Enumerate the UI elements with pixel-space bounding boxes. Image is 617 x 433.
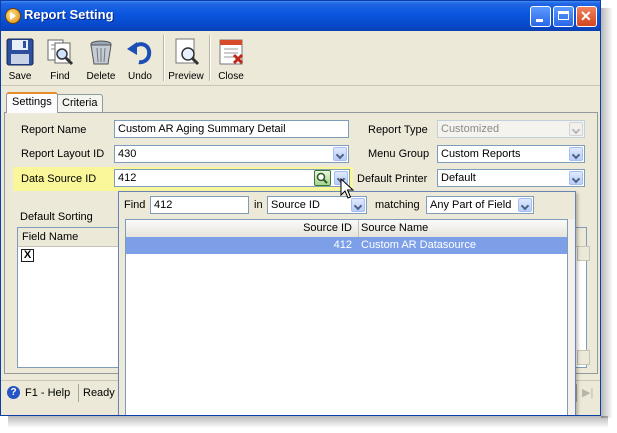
report-type-label: Report Type	[368, 124, 428, 136]
find-icon	[47, 39, 74, 66]
report-name-field[interactable]: Custom AR Aging Summary Detail	[114, 120, 349, 138]
source-name-column-header[interactable]: Source Name	[361, 222, 428, 234]
close-button[interactable]: Close	[213, 34, 249, 84]
find-label: Find	[50, 71, 70, 82]
lookup-search-button[interactable]	[314, 170, 331, 186]
chevron-down-icon[interactable]	[569, 147, 583, 161]
ready-status: Ready	[83, 387, 115, 399]
chevron-down-icon[interactable]	[333, 147, 347, 161]
grid-scroll-button[interactable]	[577, 350, 590, 365]
app-icon[interactable]	[5, 8, 21, 24]
list-item[interactable]: 412 Custom AR Datasource	[126, 237, 567, 254]
status-separator	[576, 384, 577, 402]
data-source-label: Data Source ID	[21, 173, 97, 185]
matching-label: matching	[375, 199, 420, 211]
menu-group-select[interactable]: Custom Reports	[437, 145, 585, 163]
lookup-find-input[interactable]: 412	[150, 196, 249, 214]
preview-icon	[175, 38, 200, 66]
close-window-button[interactable]: ✕	[576, 6, 597, 27]
save-label: Save	[8, 71, 32, 82]
save-icon	[6, 38, 34, 66]
minimize-icon	[536, 19, 543, 22]
report-setting-window: Report Setting ✕ Save Find Delete Undo P…	[0, 0, 601, 416]
report-name-label: Report Name	[21, 124, 87, 136]
undo-label: Undo	[128, 71, 152, 82]
tab-settings[interactable]: Settings	[6, 92, 58, 113]
chevron-down-icon[interactable]	[351, 198, 365, 212]
column-divider[interactable]	[358, 220, 359, 237]
tab-criteria[interactable]: Criteria	[56, 94, 104, 113]
delete-row-button[interactable]: X	[21, 249, 34, 262]
mouse-cursor-icon	[340, 178, 354, 199]
toolbar-separator	[163, 35, 165, 81]
lookup-matching-value: Any Part of Field	[430, 199, 512, 211]
status-separator	[78, 384, 79, 402]
delete-icon	[90, 40, 112, 65]
toolbar: Save Find Delete Undo Preview Close	[1, 31, 600, 86]
data-source-value: 412	[118, 172, 137, 184]
toolbar-separator	[209, 35, 211, 81]
lookup-matching-select[interactable]: Any Part of Field	[426, 196, 534, 214]
close-report-icon	[219, 39, 244, 65]
save-button[interactable]: Save	[4, 34, 36, 84]
source-id-column-header[interactable]: Source ID	[303, 222, 352, 234]
title-bar[interactable]: Report Setting ✕	[1, 1, 600, 31]
chevron-down-icon	[569, 122, 583, 136]
report-layout-select[interactable]: 430	[114, 145, 349, 163]
window-title: Report Setting	[24, 7, 114, 22]
data-source-lookup-popup: Find 412 in Source ID matching Any Part …	[118, 191, 576, 415]
lookup-results-list[interactable]: Source ID Source Name 412 Custom AR Data…	[125, 219, 568, 415]
help-icon: ?	[7, 386, 20, 399]
chevron-down-icon[interactable]	[518, 198, 532, 212]
lookup-scrollbar[interactable]	[568, 219, 575, 415]
delete-button[interactable]: Delete	[84, 34, 118, 84]
minimize-button[interactable]	[530, 6, 551, 27]
preview-label: Preview	[168, 71, 204, 82]
help-status[interactable]: F1 - Help	[25, 387, 70, 399]
lookup-list-header: Source ID Source Name	[126, 220, 567, 238]
maximize-icon	[558, 11, 569, 20]
source-name-cell: Custom AR Datasource	[361, 239, 476, 251]
report-type-select: Customized	[437, 120, 585, 138]
undo-button[interactable]: Undo	[123, 34, 157, 84]
report-layout-value: 430	[118, 148, 137, 160]
source-id-cell: 412	[333, 239, 352, 251]
default-printer-value: Default	[441, 172, 476, 184]
next-page-icon: ▶|	[582, 387, 594, 399]
lookup-in-value: Source ID	[271, 199, 320, 211]
find-label: Find	[124, 199, 146, 211]
menu-group-value: Custom Reports	[441, 148, 521, 160]
menu-group-label: Menu Group	[368, 148, 430, 160]
grid-scroll-button[interactable]	[577, 246, 590, 261]
default-printer-select[interactable]: Default	[437, 169, 585, 187]
field-name-column-header[interactable]: Field Name	[22, 231, 78, 243]
chevron-down-icon[interactable]	[569, 171, 583, 185]
maximize-button[interactable]	[553, 6, 574, 27]
close-icon: ✕	[580, 8, 592, 24]
preview-button[interactable]: Preview	[167, 34, 205, 84]
close-label: Close	[218, 71, 244, 82]
undo-icon	[127, 42, 152, 65]
report-type-value: Customized	[441, 123, 500, 135]
find-button[interactable]: Find	[43, 34, 77, 84]
default-sorting-label: Default Sorting	[20, 211, 93, 223]
in-label: in	[254, 199, 263, 211]
delete-label: Delete	[86, 71, 116, 82]
search-icon	[316, 172, 328, 184]
report-layout-label: Report Layout ID	[21, 148, 105, 160]
default-printer-label: Default Printer	[357, 173, 428, 185]
